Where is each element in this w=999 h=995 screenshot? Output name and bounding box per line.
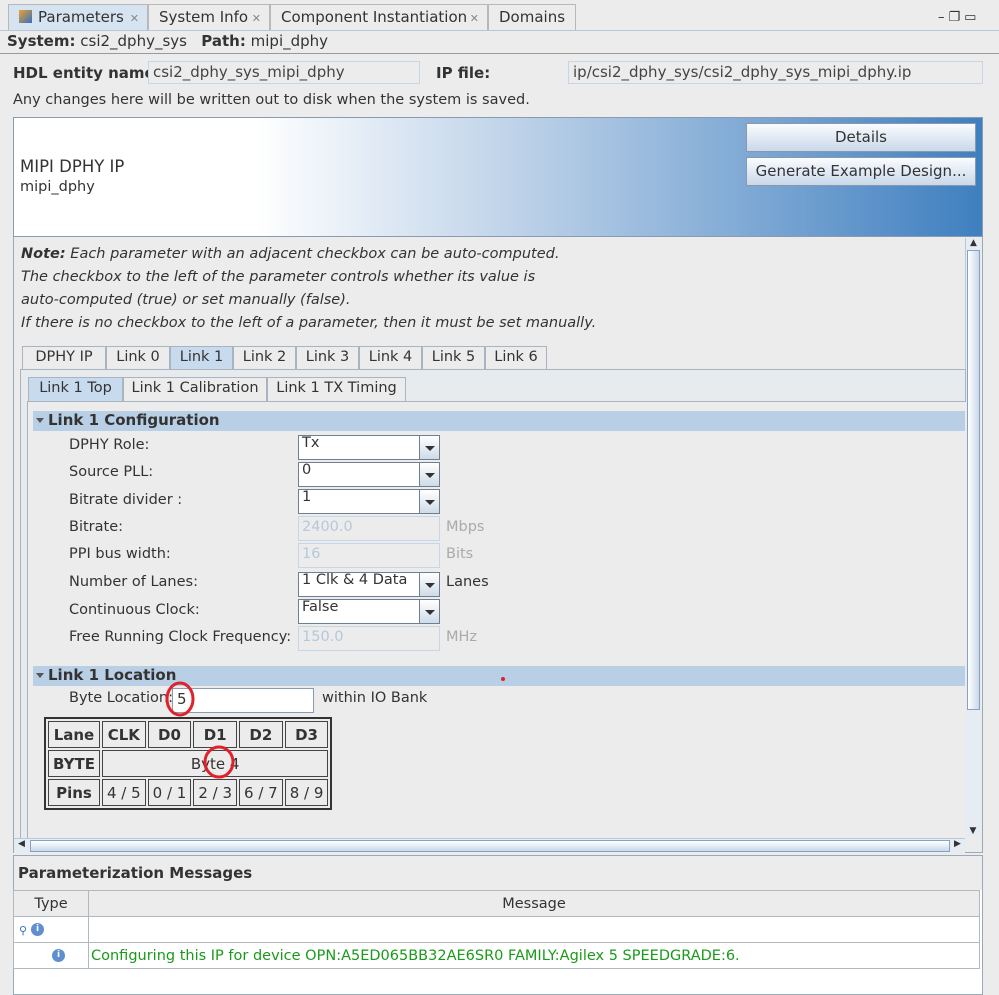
- annotation-dot: [501, 677, 505, 681]
- messages-title: Parameterization Messages: [18, 864, 253, 882]
- scroll-left-icon[interactable]: ◀: [18, 839, 25, 849]
- column-header-message[interactable]: Message: [88, 890, 980, 917]
- column-header-type[interactable]: Type: [13, 890, 89, 917]
- info-icon: i: [52, 949, 65, 962]
- horizontal-scrollbar[interactable]: ◀: [14, 838, 965, 853]
- annotation-circle: [203, 745, 235, 779]
- message-text: [88, 916, 980, 943]
- info-icon: i: [31, 923, 45, 936]
- table-row[interactable]: ⚲ i: [13, 916, 980, 943]
- messages-table: Type Message ⚲ i i Configuring this IP for …: [13, 890, 980, 969]
- table-row[interactable]: i Configuring this IP for device OPN:A5ED…: [13, 942, 980, 969]
- scroll-right-icon[interactable]: ▶: [954, 839, 961, 849]
- annotation-circle: [165, 681, 195, 717]
- scroll-thumb[interactable]: [30, 840, 950, 852]
- expand-icon[interactable]: ⚲: [19, 924, 27, 937]
- message-text: Configuring this IP for device OPN:A5ED0…: [88, 942, 980, 969]
